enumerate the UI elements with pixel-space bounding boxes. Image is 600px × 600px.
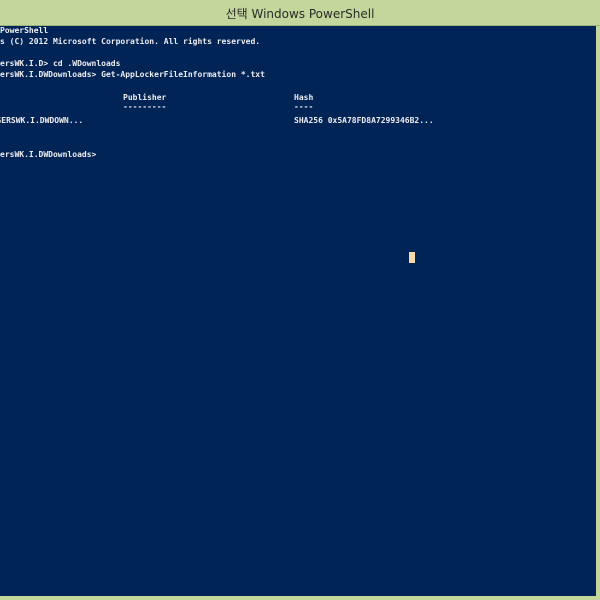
title-bar[interactable]: 선택 Windows PowerShell bbox=[0, 0, 600, 26]
copyright-line: s (C) 2012 Microsoft Corporation. All ri… bbox=[0, 37, 261, 46]
console-output[interactable]: PowerShell s (C) 2012 Microsoft Corporat… bbox=[0, 26, 596, 596]
window-right-border bbox=[596, 26, 600, 600]
window-bottom-border bbox=[0, 596, 600, 600]
prompt-command-line: ersWK.I.DWDownloads> Get-AppLockerFileIn… bbox=[0, 70, 265, 79]
powershell-window: 선택 Windows PowerShell PowerShell s (C) 2… bbox=[0, 0, 600, 600]
result-row-path: \WUSERSWK.I.DWDOWN... bbox=[0, 116, 84, 125]
result-row-hash: SHA256 0x5A78FD8A7299346B2... bbox=[294, 116, 434, 125]
banner-title-line: PowerShell bbox=[0, 26, 49, 35]
column-separator-hash: ---- bbox=[294, 102, 314, 111]
text-cursor bbox=[409, 252, 415, 263]
column-separator-publisher: --------- bbox=[123, 102, 167, 111]
prompt-cd-line: ersWK.I.D> cd .WDownloads bbox=[0, 59, 121, 68]
prompt-final-line: ersWK.I.DWDownloads> bbox=[0, 150, 97, 159]
window-title: 선택 Windows PowerShell bbox=[225, 7, 375, 21]
